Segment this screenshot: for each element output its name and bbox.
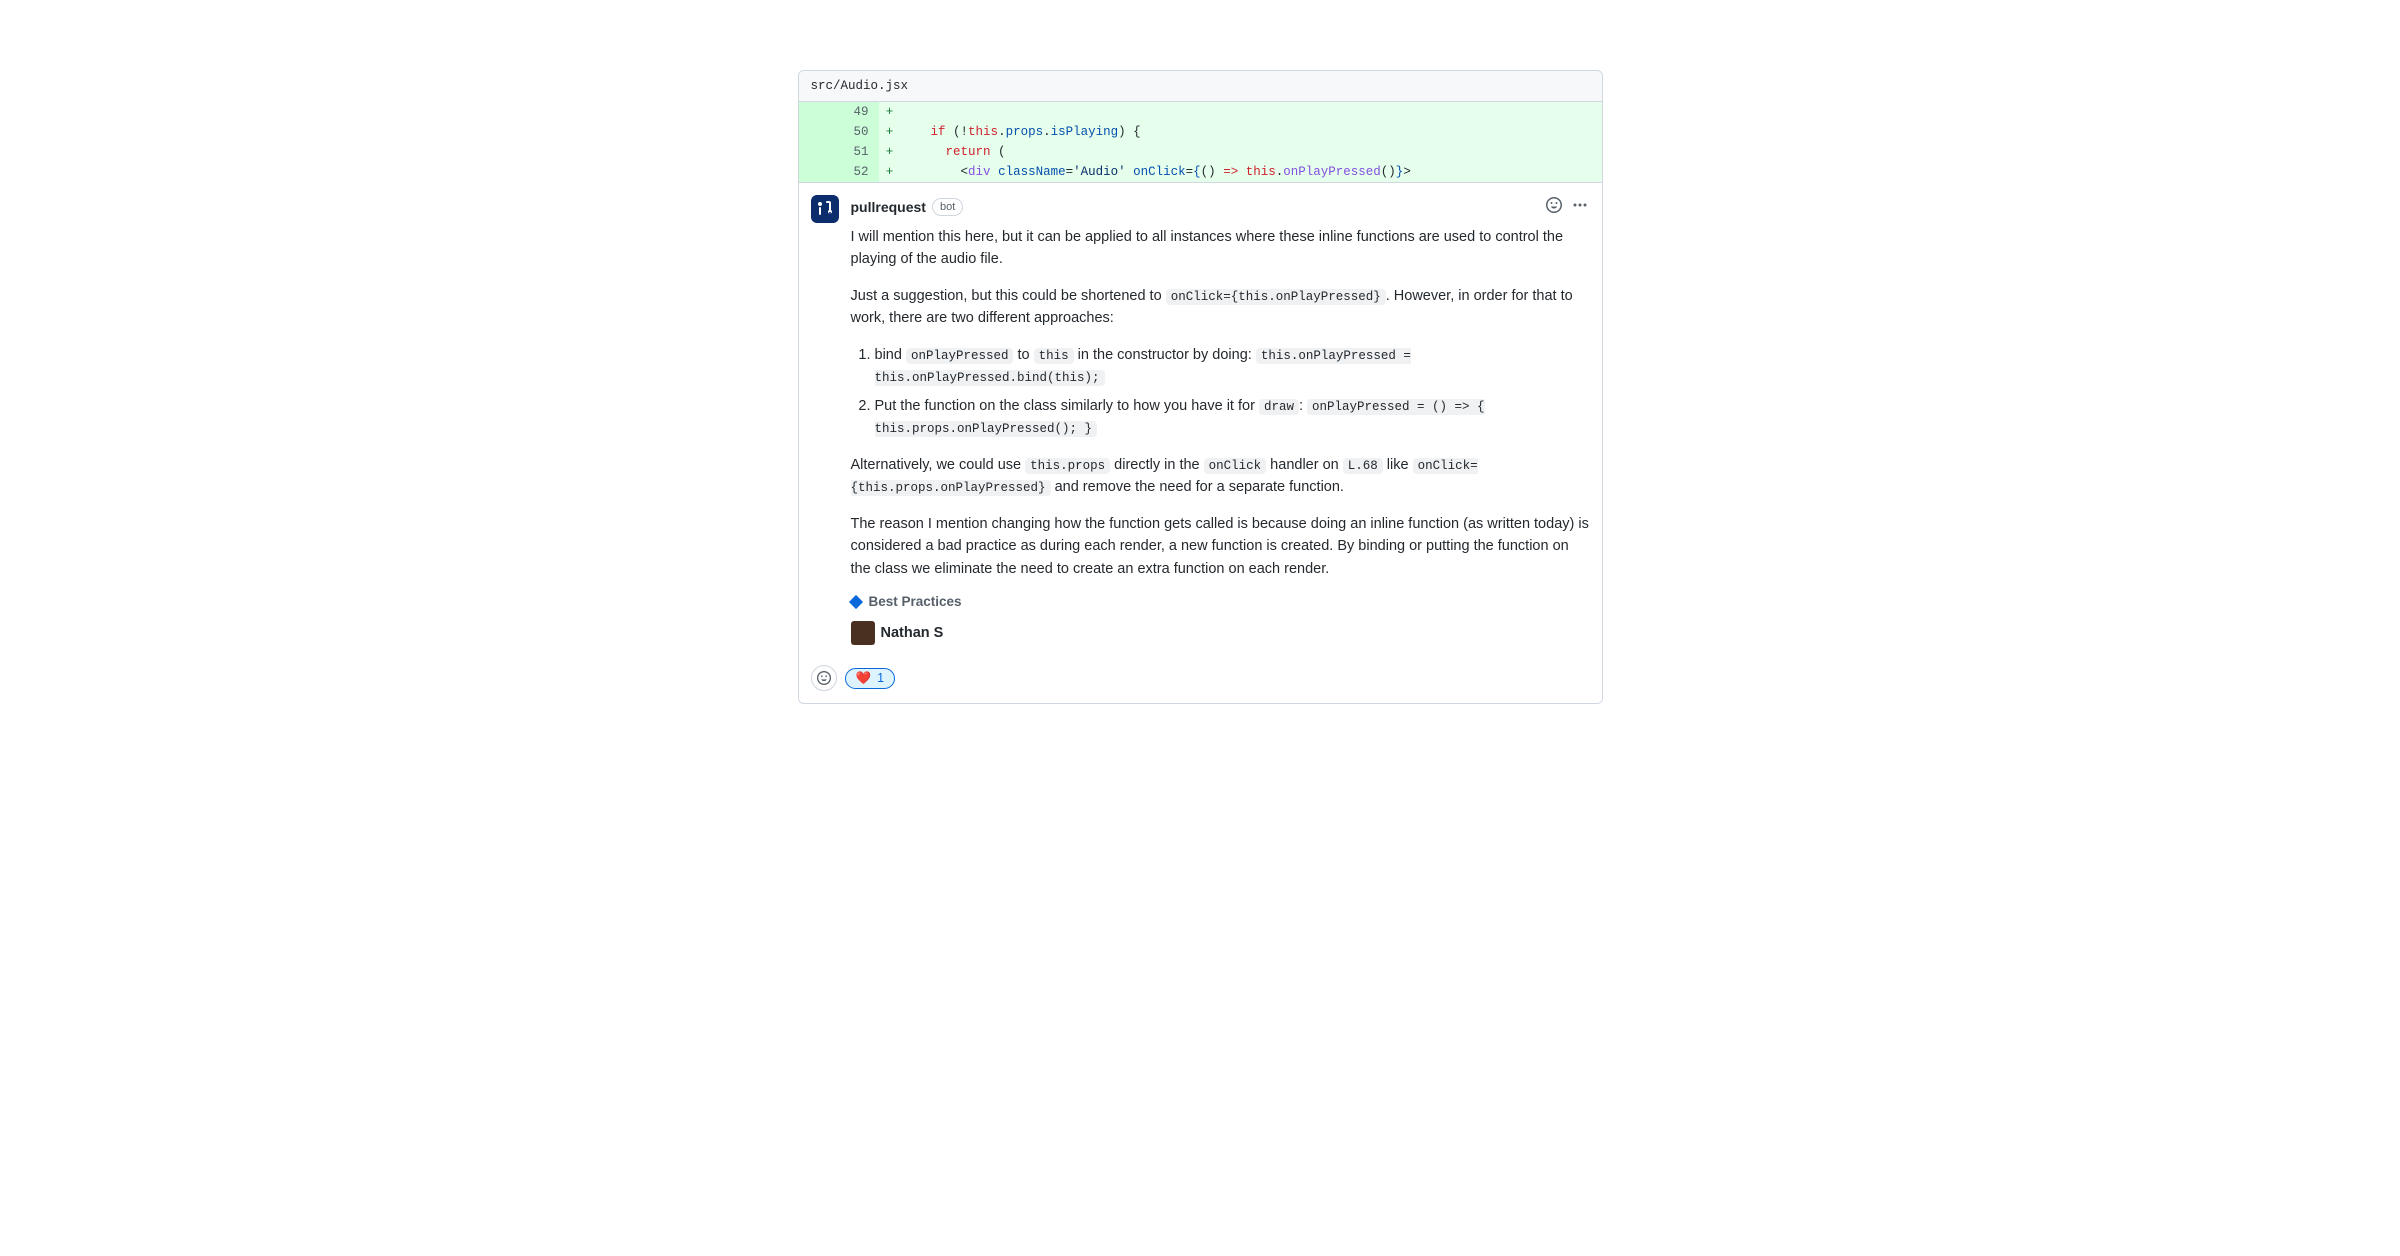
paragraph: The reason I mention changing how the fu… [851, 513, 1590, 580]
inline-code: L.68 [1343, 458, 1383, 474]
reaction-count: 1 [877, 671, 884, 685]
diff-sign: + [879, 102, 901, 122]
diff-line: 50+ if (!this.props.isPlaying) { [799, 122, 1602, 142]
line-number: 52 [799, 162, 879, 182]
heart-emoji-icon: ❤️ [856, 671, 872, 686]
comment-header: pullrequest bot [851, 195, 1590, 218]
reviewer-name: Nathan S [881, 625, 944, 641]
tag-label: Best Practices [869, 594, 962, 609]
diff-sign: + [879, 142, 901, 162]
inline-code: onPlayPressed [906, 348, 1014, 364]
line-number: 50 [799, 122, 879, 142]
inline-code: onClick={this.onPlayPressed} [1166, 289, 1386, 305]
diff-hunk: 49+ 50+ if (!this.props.isPlaying) {51+ … [799, 102, 1602, 182]
kebab-horizontal-icon [1572, 197, 1588, 213]
line-number: 49 [799, 102, 879, 122]
paragraph: Just a suggestion, but this could be sho… [851, 285, 1590, 330]
inline-code: this [1034, 348, 1074, 364]
diff-sign: + [879, 162, 901, 182]
file-path: src/Audio.jsx [811, 79, 909, 93]
comment-body: I will mention this here, but it can be … [851, 226, 1590, 645]
diff-sign: + [879, 122, 901, 142]
reviewer-signoff: Nathan S [851, 621, 1590, 645]
tag-row: Best Practices [851, 594, 1590, 609]
author-avatar[interactable] [811, 195, 839, 223]
list-item: bind onPlayPressed to this in the constr… [875, 344, 1590, 389]
code-content: return ( [901, 142, 1602, 162]
add-reaction-button[interactable] [811, 665, 837, 691]
add-reaction-button[interactable] [1544, 195, 1564, 218]
reaction-heart-pill[interactable]: ❤️ 1 [845, 668, 896, 689]
inline-code: onClick [1204, 458, 1267, 474]
kebab-menu-button[interactable] [1570, 195, 1590, 218]
diff-line: 52+ <div className='Audio' onClick={() =… [799, 162, 1602, 182]
code-content: if (!this.props.isPlaying) { [901, 122, 1602, 142]
diamond-icon [848, 595, 862, 609]
line-number: 51 [799, 142, 879, 162]
diff-line: 49+ [799, 102, 1602, 122]
paragraph: I will mention this here, but it can be … [851, 226, 1590, 271]
inline-code: draw [1259, 399, 1299, 415]
review-card: src/Audio.jsx 49+ 50+ if (!this.props.is… [798, 70, 1603, 704]
git-pull-request-icon [817, 201, 833, 217]
smiley-icon [817, 671, 831, 685]
code-content: <div className='Audio' onClick={() => th… [901, 162, 1602, 182]
list-item: Put the function on the class similarly … [875, 395, 1590, 440]
reaction-bar: ❤️ 1 [799, 657, 1602, 703]
smiley-icon [1546, 197, 1562, 213]
diff-line: 51+ return ( [799, 142, 1602, 162]
comment-block: pullrequest bot I will mention this here… [799, 182, 1602, 657]
ordered-list: bind onPlayPressed to this in the constr… [851, 344, 1590, 440]
paragraph: Alternatively, we could use this.props d… [851, 454, 1590, 499]
inline-code: this.props [1025, 458, 1110, 474]
author-name[interactable]: pullrequest [851, 199, 926, 215]
reviewer-avatar[interactable] [851, 621, 875, 645]
file-path-header: src/Audio.jsx [799, 71, 1602, 102]
bot-badge: bot [932, 198, 963, 216]
comment-main: pullrequest bot I will mention this here… [851, 195, 1590, 657]
code-content [901, 102, 1602, 122]
